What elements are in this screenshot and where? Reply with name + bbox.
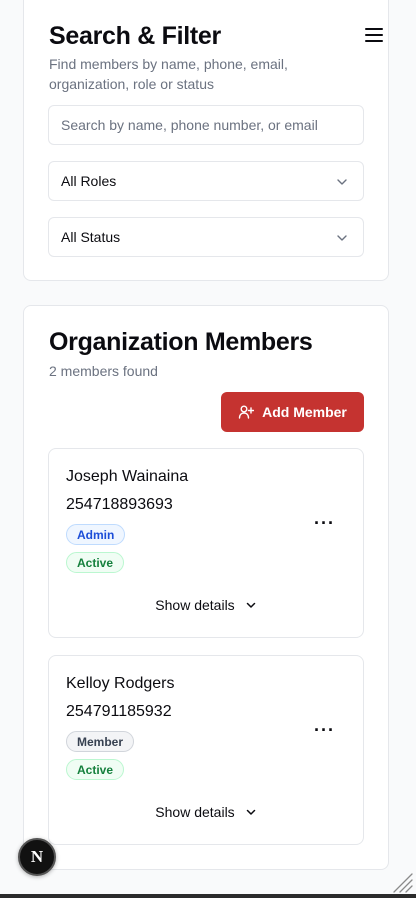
more-horizontal-icon: ··· [314, 720, 335, 740]
role-badge: Member [66, 731, 135, 752]
more-actions-button[interactable]: ··· [314, 513, 335, 534]
member-phone: 254718893693 [66, 496, 173, 513]
member-name: Kelloy Rodgers [66, 675, 175, 692]
status-select-value: All Status [61, 229, 121, 245]
more-horizontal-icon: ··· [314, 513, 335, 533]
dev-badge-letter: N [30, 847, 44, 866]
chevron-down-icon [246, 602, 255, 608]
search-field[interactable] [48, 105, 364, 145]
show-details-toggle[interactable]: Show details [49, 594, 363, 616]
menu-button[interactable] [362, 24, 386, 46]
role-badge: Admin [66, 524, 126, 545]
members-card: Organization Members 2 members found Add… [23, 305, 389, 870]
resize-grip-icon[interactable] [388, 868, 414, 894]
page: Search & Filter Find members by name, ph… [0, 0, 416, 898]
show-details-toggle[interactable]: Show details [49, 801, 363, 823]
member-name: Joseph Wainaina [66, 468, 189, 485]
chevron-down-icon [337, 179, 347, 185]
role-select-value: All Roles [61, 173, 117, 189]
member-card: Joseph Wainaina 254718893693 Admin Activ… [48, 448, 364, 638]
show-details-label: Show details [155, 597, 235, 613]
status-badge: Active [66, 759, 125, 780]
bottom-border [0, 894, 416, 898]
status-badge: Active [66, 552, 125, 573]
search-filter-card: Search & Filter Find members by name, ph… [23, 0, 389, 281]
chevron-down-icon [337, 235, 347, 241]
more-actions-button[interactable]: ··· [314, 720, 335, 741]
search-input[interactable] [61, 117, 351, 133]
filter-subtitle: Find members by name, phone, email, orga… [49, 56, 288, 92]
status-select[interactable]: All Status [48, 217, 364, 257]
dev-tools-badge[interactable]: N [18, 838, 56, 876]
menu-icon [365, 28, 383, 42]
add-member-label: Add Member [262, 404, 347, 420]
show-details-label: Show details [155, 804, 235, 820]
add-member-button[interactable]: Add Member [221, 392, 364, 432]
member-phone: 254791185932 [66, 703, 172, 720]
members-title: Organization Members [49, 328, 313, 356]
user-plus-icon [238, 405, 255, 419]
chevron-down-icon [246, 809, 255, 815]
filter-title: Search & Filter [49, 22, 221, 50]
member-card: Kelloy Rodgers 254791185932 Member Activ… [48, 655, 364, 845]
role-select[interactable]: All Roles [48, 161, 364, 201]
members-count: 2 members found [49, 363, 158, 379]
